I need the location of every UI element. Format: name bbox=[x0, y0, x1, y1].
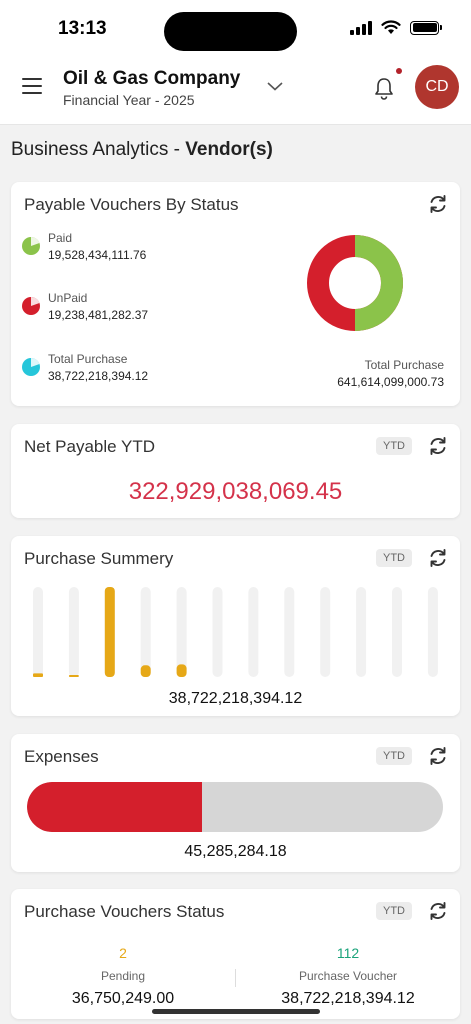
net-payable-card: Net Payable YTD YTD 322,929,038,069.45 bbox=[11, 424, 460, 518]
expenses-progress-track bbox=[27, 782, 443, 832]
ytd-badge[interactable]: YTD bbox=[376, 747, 412, 765]
cellular-signal-icon bbox=[350, 20, 372, 35]
hamburger-menu-icon[interactable] bbox=[22, 78, 42, 94]
purchase-bar-chart bbox=[33, 587, 438, 677]
card-title: Purchase Vouchers Status bbox=[24, 902, 225, 921]
notification-dot bbox=[396, 68, 402, 74]
bar bbox=[140, 665, 151, 677]
legend-label: UnPaid bbox=[48, 291, 88, 305]
bar-track bbox=[284, 587, 295, 677]
bar bbox=[68, 675, 79, 677]
purchase-summary-card: Purchase Summery YTD 38,722,218,394.12 bbox=[11, 536, 460, 716]
avatar[interactable]: CD bbox=[415, 65, 459, 109]
bar-track bbox=[212, 587, 223, 677]
chevron-down-icon[interactable] bbox=[266, 80, 284, 92]
card-title: Expenses bbox=[24, 747, 99, 766]
expenses-card: Expenses YTD 45,285,284.18 bbox=[11, 734, 460, 872]
ytd-badge[interactable]: YTD bbox=[376, 902, 412, 920]
purchase-summary-total: 38,722,218,394.12 bbox=[168, 690, 303, 707]
pending-count: 2 bbox=[119, 945, 127, 961]
bar-track bbox=[427, 587, 438, 677]
legend-label: Total Purchase bbox=[48, 352, 128, 366]
legend-value: 19,528,434,111.76 bbox=[48, 248, 147, 262]
refresh-icon[interactable] bbox=[427, 745, 449, 767]
refresh-icon[interactable] bbox=[427, 435, 449, 457]
net-payable-value: 322,929,038,069.45 bbox=[128, 478, 343, 505]
financial-year: Financial Year - 2025 bbox=[63, 92, 195, 108]
payable-vouchers-card: Payable Vouchers By Status Paid 19,528,4… bbox=[11, 182, 460, 406]
donut-chart bbox=[307, 235, 403, 331]
card-title: Purchase Summery bbox=[24, 549, 174, 568]
pie-slice-icon bbox=[22, 237, 40, 255]
total-purchase-value: 641,614,099,000.73 bbox=[337, 375, 444, 389]
bar bbox=[33, 673, 43, 677]
bar-track bbox=[68, 587, 79, 677]
bar-track bbox=[33, 587, 43, 677]
system-icons bbox=[350, 20, 442, 35]
legend-item-unpaid: UnPaid 19,238,481,282.37 bbox=[22, 291, 148, 322]
bar-track bbox=[140, 587, 151, 677]
pie-slice-icon bbox=[22, 297, 40, 315]
home-indicator bbox=[152, 1009, 320, 1014]
legend-value: 38,722,218,394.12 bbox=[48, 369, 149, 383]
page-title-emphasis: Vendor(s) bbox=[185, 139, 273, 160]
bar-track bbox=[356, 587, 367, 677]
bar-track bbox=[248, 587, 259, 677]
dynamic-island bbox=[164, 12, 297, 51]
app-header: Oil & Gas Company Financial Year - 2025 … bbox=[0, 58, 471, 125]
status-bar: 13:13 bbox=[0, 0, 471, 58]
ytd-badge[interactable]: YTD bbox=[376, 437, 412, 455]
voucher-value: 38,722,218,394.12 bbox=[281, 990, 415, 1007]
purchase-voucher-totals[interactable]: 112 Purchase Voucher 38,722,218,394.12 bbox=[236, 945, 460, 1008]
ytd-badge[interactable]: YTD bbox=[376, 549, 412, 567]
bar-track bbox=[176, 587, 187, 677]
page-title: Business Analytics - Vendor(s) bbox=[11, 139, 273, 161]
pending-value: 36,750,249.00 bbox=[71, 990, 175, 1007]
pie-slice-icon bbox=[22, 358, 40, 376]
legend-value: 19,238,481,282.37 bbox=[48, 308, 149, 322]
expenses-progress-fill bbox=[27, 782, 202, 832]
legend-item-paid: Paid 19,528,434,111.76 bbox=[22, 231, 146, 262]
refresh-icon[interactable] bbox=[427, 547, 449, 569]
voucher-count: 112 bbox=[336, 945, 360, 961]
refresh-icon[interactable] bbox=[427, 900, 449, 922]
card-title: Payable Vouchers By Status bbox=[24, 195, 239, 214]
bar-track bbox=[392, 587, 402, 677]
donut-slice-paid bbox=[354, 235, 403, 331]
total-purchase-summary: Total Purchase 641,614,099,000.73 bbox=[337, 358, 444, 389]
voucher-label: Purchase Voucher bbox=[298, 969, 398, 983]
status-time: 13:13 bbox=[58, 18, 107, 39]
legend-item-total-purchase: Total Purchase 38,722,218,394.12 bbox=[22, 352, 148, 383]
bar bbox=[176, 664, 187, 677]
expenses-value: 45,285,284.18 bbox=[184, 843, 287, 860]
company-selector[interactable]: Oil & Gas Company Financial Year - 2025 bbox=[63, 68, 240, 108]
bar bbox=[104, 587, 115, 677]
page-title-prefix: Business Analytics - bbox=[11, 139, 186, 160]
legend-label: Paid bbox=[48, 231, 73, 245]
bar-track bbox=[320, 587, 331, 677]
wifi-icon bbox=[381, 20, 401, 34]
total-purchase-label: Total Purchase bbox=[364, 358, 444, 372]
battery-icon bbox=[410, 20, 442, 35]
pending-vouchers[interactable]: 2 Pending 36,750,249.00 bbox=[11, 945, 235, 1008]
refresh-icon[interactable] bbox=[427, 193, 449, 215]
card-title: Net Payable YTD bbox=[24, 437, 156, 456]
purchase-vouchers-status-card: Purchase Vouchers Status YTD 2 Pending 3… bbox=[11, 889, 460, 1019]
pending-label: Pending bbox=[100, 969, 146, 983]
notification-bell-icon[interactable] bbox=[373, 76, 395, 100]
company-name: Oil & Gas Company bbox=[63, 68, 241, 89]
